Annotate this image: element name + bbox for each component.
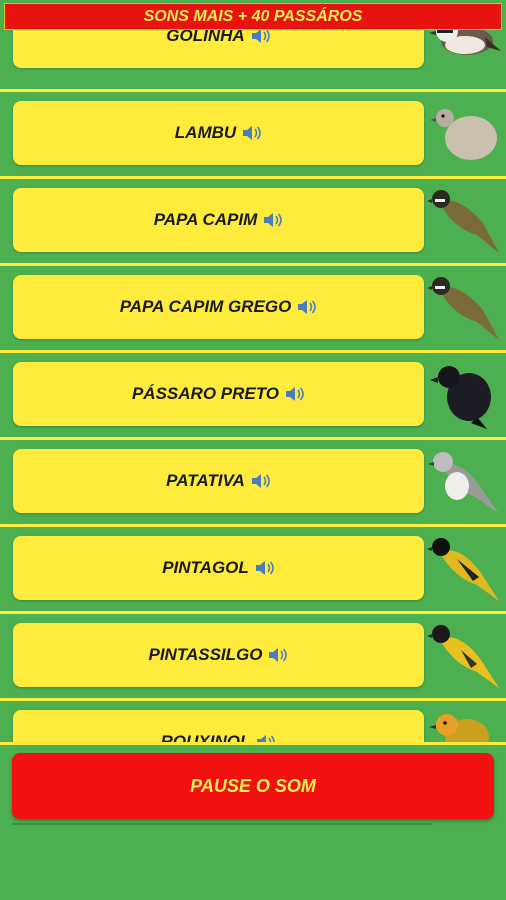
app-header: SONS MAIS + 40 PASSÁROS [4, 3, 502, 30]
list-item: PAPA CAPIM GREGO [0, 263, 506, 349]
bird-rouxinol-icon [429, 714, 489, 742]
speaker-icon [243, 126, 261, 140]
bird-sound-button-passaro-preto[interactable]: PÁSSARO PRETO [13, 362, 424, 426]
speaker-icon [251, 29, 270, 43]
bird-passaro-preto-icon [430, 366, 491, 429]
bird-pintagol-icon [427, 538, 499, 601]
speaker-icon [269, 648, 288, 662]
bird-label: PÁSSARO PRETO [131, 384, 280, 403]
speaker-icon [257, 735, 276, 742]
bird-papa-capim-icon [427, 190, 499, 253]
app-title: SONS MAIS + 40 PASSÁROS [143, 7, 363, 25]
bird-label: PATATIVA [166, 471, 245, 490]
bird-label: LAMBU [174, 123, 237, 142]
speaker-icon [286, 387, 304, 401]
speaker-icon [264, 213, 283, 227]
bird-pintassilgo-icon [427, 625, 499, 688]
divider [12, 823, 432, 825]
bird-label: PINTASSILGO [148, 645, 263, 664]
bird-label: ROUXINOL [160, 732, 251, 742]
bird-sound-button-papa-capim[interactable]: PAPA CAPIM [13, 188, 424, 252]
bird-lambu-icon [430, 109, 497, 160]
bird-patativa-icon [428, 452, 499, 514]
list-item: PATATIVA [0, 437, 506, 523]
speaker-icon [298, 300, 317, 314]
speaker-icon [255, 561, 274, 575]
bird-list: GOLINHA LAMBU PAPA CAPIM PAPA CAPIM GREG… [0, 0, 506, 742]
speaker-icon [251, 474, 270, 488]
bird-label: PAPA CAPIM GREGO [119, 297, 292, 316]
bird-sound-button-pintassilgo[interactable]: PINTASSILGO [13, 623, 424, 687]
list-item: LAMBU [0, 89, 506, 175]
list-item: PÁSSARO PRETO [0, 350, 506, 436]
list-item: PINTAGOL [0, 524, 506, 610]
bird-sound-button-papa-capim-grego[interactable]: PAPA CAPIM GREGO [13, 275, 424, 339]
bird-label: PAPA CAPIM [153, 210, 258, 229]
pause-sound-button[interactable]: PAUSE O SOM [12, 753, 494, 819]
list-item: PINTASSILGO [0, 611, 506, 697]
bird-sound-button-lambu[interactable]: LAMBU [13, 101, 424, 165]
bird-label: PINTAGOL [162, 558, 249, 577]
pause-sound-label: PAUSE O SOM [190, 775, 316, 796]
list-item: ROUXINOL [0, 698, 506, 742]
bird-sound-button-rouxinol[interactable]: ROUXINOL [13, 710, 424, 742]
list-item: PAPA CAPIM [0, 176, 506, 262]
bird-sound-button-pintagol[interactable]: PINTAGOL [13, 536, 424, 600]
bird-sound-button-patativa[interactable]: PATATIVA [13, 449, 424, 513]
footer-bar: PAUSE O SOM [0, 742, 506, 900]
bird-papa-capim-grego-icon [427, 277, 499, 340]
